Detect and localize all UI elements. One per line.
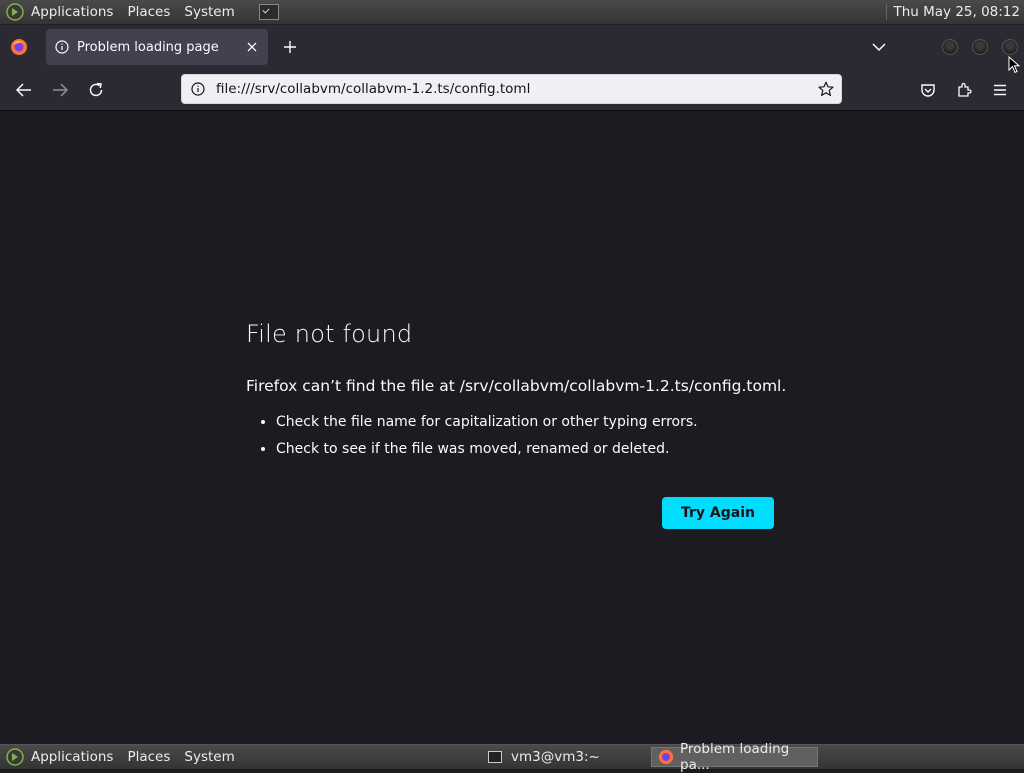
applications-menu[interactable]: Applications	[31, 4, 113, 20]
terminal-icon	[488, 751, 502, 763]
terminal-launcher-icon[interactable]	[258, 4, 279, 20]
list-item: Check to see if the file was moved, rena…	[276, 440, 698, 458]
close-tab-icon[interactable]	[242, 37, 262, 57]
bookmark-star-icon[interactable]	[817, 80, 835, 98]
mate-logo-icon[interactable]	[6, 3, 24, 21]
list-item: Check the file name for capitalization o…	[276, 413, 698, 431]
mouse-pointer-icon	[1008, 55, 1021, 74]
chevron-down-icon[interactable]	[869, 37, 889, 57]
minimize-window-icon[interactable]	[942, 39, 958, 55]
bottom-panel: Applications Places System vm3@vm3:~ Pro…	[0, 741, 1024, 773]
close-window-icon[interactable]	[1002, 39, 1018, 55]
tab-strip: Problem loading page	[0, 25, 1024, 69]
address-bar[interactable]: file:///srv/collabvm/collabvm-1.2.ts/con…	[181, 74, 842, 104]
error-page: File not found Firefox can’t find the fi…	[0, 111, 1024, 743]
extensions-icon[interactable]	[952, 78, 976, 102]
reload-icon[interactable]	[84, 78, 108, 102]
new-tab-icon[interactable]	[280, 37, 300, 57]
error-description: Firefox can’t find the file at /srv/coll…	[246, 377, 787, 395]
taskbar-label: Problem loading pa...	[680, 741, 790, 773]
places-menu[interactable]: Places	[127, 749, 170, 765]
url-text[interactable]: file:///srv/collabvm/collabvm-1.2.ts/con…	[216, 81, 817, 97]
taskbar-firefox-button[interactable]: Problem loading pa...	[651, 741, 818, 773]
firefox-icon	[658, 749, 674, 765]
places-menu[interactable]: Places	[127, 4, 170, 20]
system-menu[interactable]: System	[184, 749, 234, 765]
clock[interactable]: Thu May 25, 08:12	[886, 4, 1020, 20]
top-panel: Applications Places System Thu May 25, 0…	[0, 0, 1024, 25]
back-arrow-icon[interactable]	[12, 78, 36, 102]
tab-title: Problem loading page	[77, 39, 219, 55]
error-title: File not found	[246, 320, 413, 348]
system-menu[interactable]: System	[184, 4, 234, 20]
maximize-window-icon[interactable]	[972, 39, 988, 55]
taskbar-terminal-button[interactable]: vm3@vm3:~	[482, 747, 642, 767]
mate-logo-icon[interactable]	[6, 748, 24, 766]
taskbar-label: vm3@vm3:~	[511, 749, 600, 765]
hamburger-menu-icon[interactable]	[988, 78, 1012, 102]
pocket-icon[interactable]	[916, 78, 940, 102]
navigation-toolbar: file:///srv/collabvm/collabvm-1.2.ts/con…	[0, 69, 1024, 111]
site-info-icon[interactable]	[191, 82, 205, 96]
error-tips-list: Check the file name for capitalization o…	[246, 413, 698, 467]
tab-problem-loading[interactable]: Problem loading page	[46, 29, 268, 65]
forward-arrow-icon[interactable]	[48, 78, 72, 102]
info-icon	[55, 40, 69, 54]
applications-menu[interactable]: Applications	[31, 749, 113, 765]
try-again-button[interactable]: Try Again	[662, 497, 774, 529]
firefox-icon[interactable]	[10, 38, 28, 56]
